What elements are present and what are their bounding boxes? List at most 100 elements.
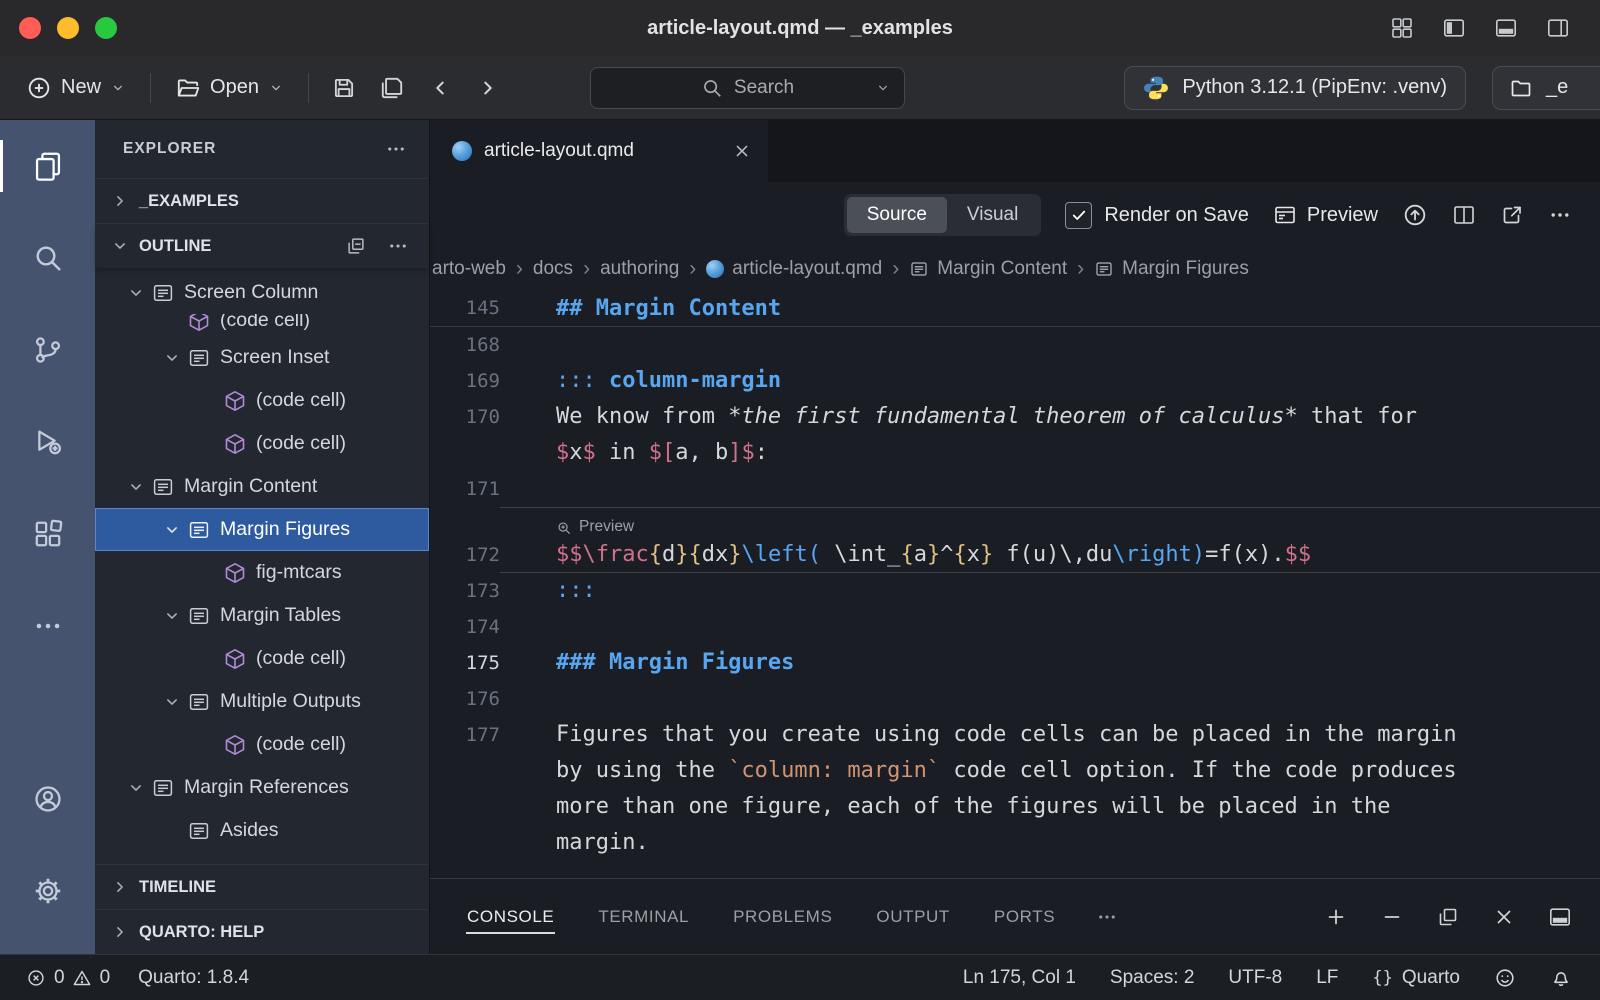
code-line-wrap[interactable]: margin. bbox=[430, 825, 1600, 861]
split-editor-button[interactable] bbox=[1452, 203, 1476, 227]
outline-item-margin-references[interactable]: Margin References bbox=[95, 766, 429, 809]
toggle-panel-icon[interactable] bbox=[1494, 16, 1518, 40]
code-line-177[interactable]: 177Figures that you create using code ce… bbox=[430, 717, 1600, 753]
outline-item-code-cell[interactable]: (code cell) bbox=[95, 637, 429, 680]
code-line-174[interactable]: 174 bbox=[430, 609, 1600, 645]
outline-item-margin-figures[interactable]: Margin Figures bbox=[95, 508, 429, 551]
activity-more[interactable] bbox=[0, 580, 95, 672]
search-input[interactable]: Search bbox=[590, 67, 905, 109]
customize-layout-icon[interactable] bbox=[1390, 16, 1414, 40]
quarto-help-section-header[interactable]: QUARTO: HELP bbox=[95, 909, 429, 954]
open-button[interactable]: Open bbox=[165, 68, 294, 108]
problems-status[interactable]: 0 0 bbox=[26, 967, 110, 989]
navigate-forward-button[interactable] bbox=[467, 68, 509, 108]
minimize-window-button[interactable] bbox=[57, 17, 79, 39]
fullscreen-window-button[interactable] bbox=[95, 17, 117, 39]
chevron-down-icon[interactable] bbox=[157, 692, 187, 712]
chevron-down-icon[interactable] bbox=[157, 606, 187, 626]
activity-explorer[interactable] bbox=[0, 120, 95, 212]
code-line-145[interactable]: 145## Margin Content bbox=[430, 290, 1600, 327]
workspace-button[interactable]: _e bbox=[1492, 66, 1600, 110]
toggle-sidebar-icon[interactable] bbox=[1442, 16, 1466, 40]
chevron-down-icon[interactable] bbox=[121, 477, 151, 497]
outline-item-code-cell[interactable]: (code cell) bbox=[95, 314, 429, 336]
indentation-status[interactable]: Spaces: 2 bbox=[1110, 967, 1195, 989]
new-button[interactable]: New bbox=[16, 68, 136, 108]
outline-item-code-cell[interactable]: (code cell) bbox=[95, 723, 429, 766]
outline-item-asides[interactable]: Asides bbox=[95, 809, 429, 852]
explorer-more-button[interactable] bbox=[385, 138, 407, 160]
outline-item-code-cell[interactable]: (code cell) bbox=[95, 379, 429, 422]
chevron-down-icon[interactable] bbox=[121, 283, 151, 303]
outline-more-button[interactable] bbox=[387, 235, 409, 257]
panel-layout-button[interactable] bbox=[1548, 905, 1572, 929]
panel-restore-button[interactable] bbox=[1436, 905, 1460, 929]
code-editor[interactable]: 145## Margin Content 168169::: column-ma… bbox=[430, 290, 1600, 878]
tab-close-button[interactable] bbox=[732, 141, 752, 161]
code-line-171[interactable]: 171 bbox=[430, 471, 1600, 507]
outline-item-margin-content[interactable]: Margin Content bbox=[95, 465, 429, 508]
panel-more-button[interactable] bbox=[1096, 906, 1118, 928]
activity-run-debug[interactable] bbox=[0, 396, 95, 488]
quarto-version-status[interactable]: Quarto: 1.8.4 bbox=[138, 967, 249, 989]
tab-article-layout-qmd[interactable]: article-layout.qmd bbox=[430, 120, 768, 182]
toggle-secondary-sidebar-icon[interactable] bbox=[1546, 16, 1570, 40]
breadcrumb-authoring[interactable]: authoring bbox=[600, 258, 679, 280]
outline-item-screen-column[interactable]: Screen Column bbox=[95, 271, 429, 314]
feedback-button[interactable] bbox=[1494, 967, 1516, 989]
breadcrumb-margin-content[interactable]: Margin Content bbox=[909, 258, 1067, 280]
save-all-button[interactable] bbox=[371, 68, 413, 108]
chevron-down-icon[interactable] bbox=[157, 520, 187, 540]
code-line-wrap[interactable]: $x$ in $[a, b]$: bbox=[430, 435, 1600, 471]
breadcrumb-margin-figures[interactable]: Margin Figures bbox=[1094, 258, 1249, 280]
eol-status[interactable]: LF bbox=[1316, 967, 1338, 989]
panel-tab-output[interactable]: OUTPUT bbox=[875, 898, 950, 936]
activity-extensions[interactable] bbox=[0, 488, 95, 580]
code-line-169[interactable]: 169::: column-margin bbox=[430, 363, 1600, 399]
code-line-170[interactable]: 170We know from *the first fundamental t… bbox=[430, 399, 1600, 435]
timeline-section-header[interactable]: TIMELINE bbox=[95, 864, 429, 909]
code-line-175[interactable]: 175### Margin Figures bbox=[430, 645, 1600, 681]
render-on-save-checkbox[interactable] bbox=[1065, 202, 1092, 229]
notifications-button[interactable] bbox=[1550, 967, 1572, 989]
panel-close-button[interactable] bbox=[1492, 905, 1516, 929]
activity-source-control[interactable] bbox=[0, 304, 95, 396]
collapse-all-button[interactable] bbox=[345, 235, 367, 257]
math-preview-codelens[interactable]: Preview bbox=[430, 507, 1600, 537]
panel-tab-problems[interactable]: PROBLEMS bbox=[732, 898, 833, 936]
outline-section-header[interactable]: OUTLINE bbox=[95, 223, 429, 268]
code-line-173[interactable]: 173::: bbox=[430, 573, 1600, 609]
encoding-status[interactable]: UTF-8 bbox=[1228, 967, 1282, 989]
panel-minimize-button[interactable] bbox=[1380, 905, 1404, 929]
editor-more-button[interactable] bbox=[1548, 203, 1572, 227]
navigate-back-button[interactable] bbox=[419, 68, 461, 108]
code-line-176[interactable]: 176 bbox=[430, 681, 1600, 717]
chevron-down-icon[interactable] bbox=[157, 348, 187, 368]
language-mode-status[interactable]: {} Quarto bbox=[1372, 967, 1460, 989]
activity-account[interactable] bbox=[0, 753, 95, 845]
breadcrumb-arto-web[interactable]: arto-web bbox=[432, 258, 506, 280]
sticky-scroll-line[interactable]: 145## Margin Content bbox=[430, 290, 1600, 327]
close-window-button[interactable] bbox=[19, 17, 41, 39]
code-line-wrap[interactable]: more than one figure, each of the figure… bbox=[430, 789, 1600, 825]
outline-item-multiple-outputs[interactable]: Multiple Outputs bbox=[95, 680, 429, 723]
visual-mode-button[interactable]: Visual bbox=[947, 197, 1038, 233]
breadcrumb-article-layout-qmd[interactable]: article-layout.qmd bbox=[706, 258, 882, 280]
code-line-168[interactable]: 168 bbox=[430, 327, 1600, 363]
activity-search[interactable] bbox=[0, 212, 95, 304]
panel-tab-ports[interactable]: PORTS bbox=[993, 898, 1056, 936]
chevron-down-icon[interactable] bbox=[121, 778, 151, 798]
open-in-new-window-button[interactable] bbox=[1500, 203, 1524, 227]
render-on-save-toggle[interactable]: Render on Save bbox=[1065, 202, 1249, 229]
panel-tab-terminal[interactable]: TERMINAL bbox=[597, 898, 690, 936]
save-button[interactable] bbox=[323, 68, 365, 108]
cursor-position-status[interactable]: Ln 175, Col 1 bbox=[963, 967, 1076, 989]
outline-item-margin-tables[interactable]: Margin Tables bbox=[95, 594, 429, 637]
panel-add-button[interactable] bbox=[1324, 905, 1348, 929]
code-line-172[interactable]: 172$$\frac{d}{dx}\left( \int_{a}^{x} f(u… bbox=[430, 537, 1600, 573]
outline-item-screen-inset[interactable]: Screen Inset bbox=[95, 336, 429, 379]
breadcrumb-docs[interactable]: docs bbox=[533, 258, 573, 280]
interpreter-selector[interactable]: Python 3.12.1 (PipEnv: .venv) bbox=[1124, 66, 1466, 110]
render-document-button[interactable] bbox=[1402, 202, 1428, 228]
workspace-section-header[interactable]: _EXAMPLES bbox=[95, 178, 429, 223]
